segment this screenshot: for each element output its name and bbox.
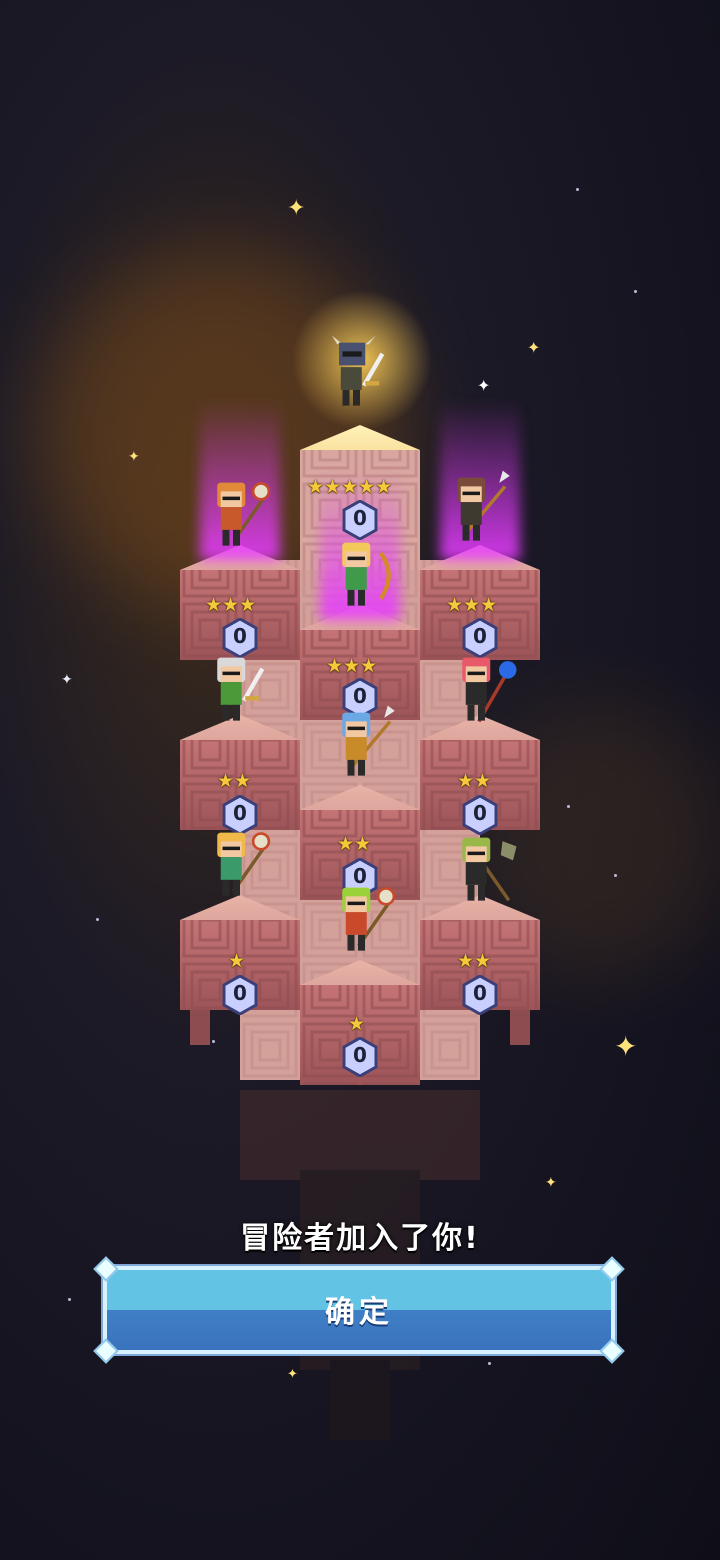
hero-green-hair-mace <box>330 875 400 965</box>
hero-blue-hair-spear <box>330 700 400 790</box>
confirm-button[interactable]: 确定 <box>93 1256 625 1364</box>
recruit-message: 冒险者加入了你! <box>240 1221 480 1256</box>
hero-blonde-archer <box>330 530 400 620</box>
hero-blonde-bun-mace <box>205 820 275 910</box>
hero-red-hair-staff <box>450 645 520 735</box>
hero-star-rating: ★★★ <box>205 594 257 616</box>
hero-level-value: 0 <box>353 506 367 530</box>
hero-level-value: 0 <box>233 981 247 1005</box>
hero-silver-hair-sword <box>205 645 275 735</box>
hero-brown-ponytail-spear <box>445 465 515 555</box>
hero-level-badge: 0 <box>342 1037 378 1077</box>
hero-level-value: 0 <box>353 1043 367 1067</box>
hero-level-value: 0 <box>473 801 487 825</box>
hero-star-rating: ★★ <box>457 950 492 972</box>
hero-star-rating: ★★★ <box>446 594 498 616</box>
tower-base <box>240 1090 480 1440</box>
hero-level-value: 0 <box>473 981 487 1005</box>
hero-star-rating: ★★★★★ <box>307 476 393 498</box>
hero-star-rating: ★★ <box>337 833 372 855</box>
hero-star-rating: ★ <box>348 1013 366 1035</box>
hero-star-rating: ★★ <box>217 770 252 792</box>
hero-knight-leader <box>325 330 395 420</box>
hero-level-badge: 0 <box>462 975 498 1015</box>
hero-orange-hair-mace <box>205 470 275 560</box>
confirm-button-label: 确定 <box>325 1295 393 1330</box>
hero-star-rating: ★★ <box>457 770 492 792</box>
hero-star-rating: ★ <box>228 950 246 972</box>
hero-green-hair-axe <box>450 825 520 915</box>
hero-level-badge: 0 <box>222 975 258 1015</box>
hero-star-rating: ★★★ <box>326 655 378 677</box>
